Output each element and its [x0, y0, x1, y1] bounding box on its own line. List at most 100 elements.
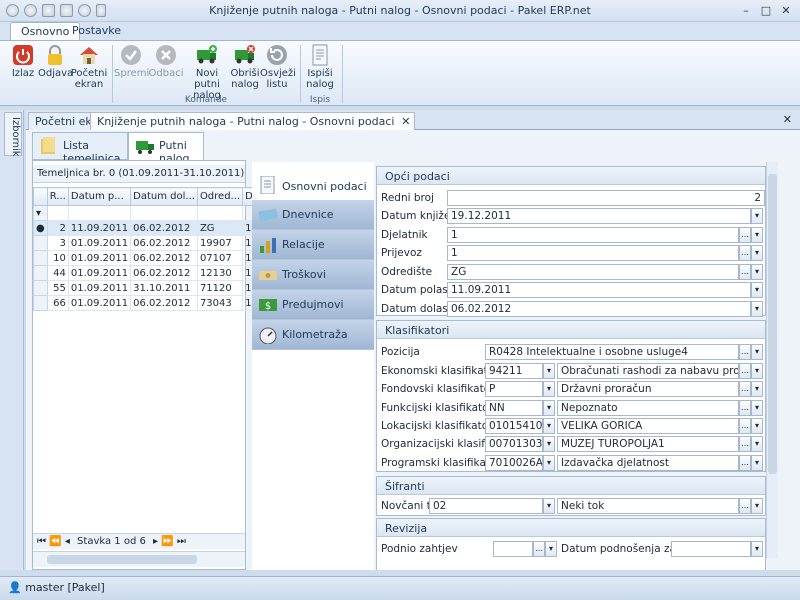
- table-row[interactable]: 3 01.09.2011 06.02.2012 19907 1: [33, 235, 278, 251]
- close-tab-icon[interactable]: ✕: [401, 115, 410, 128]
- organizacijski-code-dropdown[interactable]: ▾: [543, 436, 555, 452]
- odjava-button[interactable]: Odjava: [38, 42, 73, 79]
- fondovski-text-field[interactable]: Državni proračun: [557, 381, 739, 397]
- fondovski-lookup-button[interactable]: …: [739, 381, 751, 397]
- nav-predujmovi[interactable]: $ Predujmovi: [252, 290, 374, 320]
- scroll-thumb[interactable]: [768, 174, 777, 474]
- nav-relacije[interactable]: Relacije: [252, 230, 374, 260]
- nav-dnevnice[interactable]: Dnevnice: [252, 200, 374, 230]
- fondovski-code-dropdown[interactable]: ▾: [543, 381, 555, 397]
- tab-postavke[interactable]: Postavke: [62, 22, 131, 40]
- datum-polaska-dropdown[interactable]: ▾: [751, 282, 763, 298]
- lokacijski-lookup-button[interactable]: …: [739, 418, 751, 434]
- novcani-tok-code-dropdown[interactable]: ▾: [543, 498, 555, 514]
- doc-tab-knjizenje[interactable]: Knjiženje putnih naloga - Putni nalog - …: [90, 112, 416, 130]
- odrediste-field[interactable]: ZG: [447, 264, 739, 280]
- novi-putni-nalog-button[interactable]: Novi putni nalog: [184, 42, 230, 101]
- programski-code-dropdown[interactable]: ▾: [543, 455, 555, 471]
- podnio-zahtjev-dropdown[interactable]: ▾: [545, 541, 557, 557]
- nav-next-page-icon[interactable]: ⏩: [161, 536, 173, 547]
- organizacijski-code-field[interactable]: 00701303: [485, 436, 543, 452]
- prijevoz-lookup-button[interactable]: …: [739, 245, 751, 261]
- filter-cell[interactable]: [196, 205, 244, 221]
- nav-prev-icon[interactable]: ◂: [65, 536, 70, 547]
- novcani-tok-code-field[interactable]: 02: [429, 498, 543, 514]
- nav-kilometraza[interactable]: Kilometraža: [252, 320, 374, 350]
- ekonomski-code-field[interactable]: 94211: [485, 363, 543, 379]
- funkcijski-lookup-button[interactable]: …: [739, 400, 751, 416]
- djelatnik-dropdown[interactable]: ▾: [751, 227, 763, 243]
- grid-horizontal-scrollbar[interactable]: [33, 551, 245, 567]
- col-datum-dolaska-header[interactable]: Datum dol...: [130, 187, 198, 206]
- datum-dolaska-dropdown[interactable]: ▾: [751, 301, 763, 317]
- col-datum-polaska-header[interactable]: Datum p...: [67, 187, 132, 206]
- nav-osnovni-podaci[interactable]: Osnovni podaci: [252, 166, 374, 202]
- lokacijski-code-field[interactable]: 01015410: [485, 418, 543, 434]
- datum-dolaska-field[interactable]: 06.02.2012: [447, 301, 751, 317]
- datum-podnosenja-dropdown[interactable]: ▾: [751, 541, 763, 557]
- table-row[interactable]: 55 01.09.2011 31.10.2011 71120 1: [33, 280, 278, 296]
- datum-knjizenja-dropdown[interactable]: ▾: [751, 208, 763, 224]
- programski-dropdown[interactable]: ▾: [751, 455, 763, 471]
- programski-lookup-button[interactable]: …: [739, 455, 751, 471]
- maximize-button[interactable]: □: [758, 3, 774, 19]
- fondovski-dropdown[interactable]: ▾: [751, 381, 763, 397]
- odrediste-lookup-button[interactable]: …: [739, 264, 751, 280]
- tab-lista-temeljnica[interactable]: Lista temeljnica: [32, 132, 128, 165]
- table-row[interactable]: 10 01.09.2011 06.02.2012 07107 1: [33, 250, 278, 266]
- col-rb-header[interactable]: R...: [46, 187, 69, 206]
- ekonomski-text-field[interactable]: Obračunati rashodi za nabavu proizvedene…: [557, 363, 739, 379]
- novcani-tok-dropdown[interactable]: ▾: [751, 498, 763, 514]
- col-odrediste-header[interactable]: Odred...: [196, 187, 244, 206]
- nav-first-icon[interactable]: ⏮: [37, 536, 46, 547]
- tab-putni-nalog[interactable]: Putni nalog: [128, 132, 204, 165]
- programski-text-field[interactable]: Izdavačka djelatnost: [557, 455, 739, 471]
- odrediste-dropdown[interactable]: ▾: [751, 264, 763, 280]
- datum-polaska-field[interactable]: 11.09.2011: [447, 282, 751, 298]
- osvjezi-listu-button[interactable]: Osvježi listu: [260, 42, 296, 90]
- nav-prev-page-icon[interactable]: ⏪: [49, 536, 61, 547]
- table-row[interactable]: 66 01.09.2011 06.02.2012 73043 1: [33, 295, 278, 311]
- datum-knjizenja-field[interactable]: 19.12.2011: [447, 208, 751, 224]
- lokacijski-dropdown[interactable]: ▾: [751, 418, 763, 434]
- organizacijski-text-field[interactable]: MUZEJ TUROPOLJA1: [557, 436, 739, 452]
- filter-cell[interactable]: [67, 205, 132, 221]
- funkcijski-text-field[interactable]: Nepoznato: [557, 400, 739, 416]
- pozicija-dropdown[interactable]: ▾: [751, 344, 763, 360]
- form-vertical-scrollbar[interactable]: [766, 162, 778, 558]
- organizacijski-lookup-button[interactable]: …: [739, 436, 751, 452]
- minimize-button[interactable]: –: [738, 3, 754, 19]
- podnio-zahtjev-field[interactable]: [493, 541, 533, 557]
- prijevoz-field[interactable]: 1: [447, 245, 739, 261]
- pocetni-ekran-button[interactable]: Početni ekran: [70, 42, 108, 90]
- ekonomski-code-dropdown[interactable]: ▾: [543, 363, 555, 379]
- datum-podnosenja-field[interactable]: [671, 541, 751, 557]
- pozicija-field[interactable]: R0428 Intelektualne i osobne usluge4: [485, 344, 739, 360]
- close-all-icon[interactable]: ✕: [783, 113, 792, 126]
- funkcijski-dropdown[interactable]: ▾: [751, 400, 763, 416]
- table-row[interactable]: 44 01.09.2011 06.02.2012 12130 1: [33, 265, 278, 281]
- nav-last-icon[interactable]: ⏭: [177, 536, 186, 547]
- table-row[interactable]: ● 2 11.09.2011 06.02.2012 ZG 1: [33, 220, 278, 236]
- izlaz-button[interactable]: Izlaz: [6, 42, 40, 79]
- obrisi-nalog-button[interactable]: Obriši nalog: [230, 42, 260, 90]
- pozicija-lookup-button[interactable]: …: [739, 344, 751, 360]
- filter-cell[interactable]: [46, 205, 69, 221]
- scroll-thumb[interactable]: [47, 555, 197, 564]
- funkcijski-code-field[interactable]: NN: [485, 400, 543, 416]
- redni-broj-field[interactable]: 2: [447, 190, 765, 206]
- ispisi-nalog-button[interactable]: Ispiši nalog: [304, 42, 336, 90]
- nav-next-icon[interactable]: ▸: [153, 536, 158, 547]
- djelatnik-lookup-button[interactable]: …: [739, 227, 751, 243]
- lokacijski-text-field[interactable]: VELIKA GORICA: [557, 418, 739, 434]
- nav-troskovi[interactable]: Troškovi: [252, 260, 374, 290]
- odbaci-button[interactable]: Odbaci: [148, 42, 184, 79]
- izbornik-side-tab[interactable]: Izbornik: [4, 112, 22, 157]
- novcani-tok-text-field[interactable]: Neki tok: [557, 498, 739, 514]
- prijevoz-dropdown[interactable]: ▾: [751, 245, 763, 261]
- organizacijski-dropdown[interactable]: ▾: [751, 436, 763, 452]
- lokacijski-code-dropdown[interactable]: ▾: [543, 418, 555, 434]
- spremi-button[interactable]: Spremi: [114, 42, 149, 79]
- ekonomski-dropdown[interactable]: ▾: [751, 363, 763, 379]
- close-window-button[interactable]: ✕: [778, 3, 794, 19]
